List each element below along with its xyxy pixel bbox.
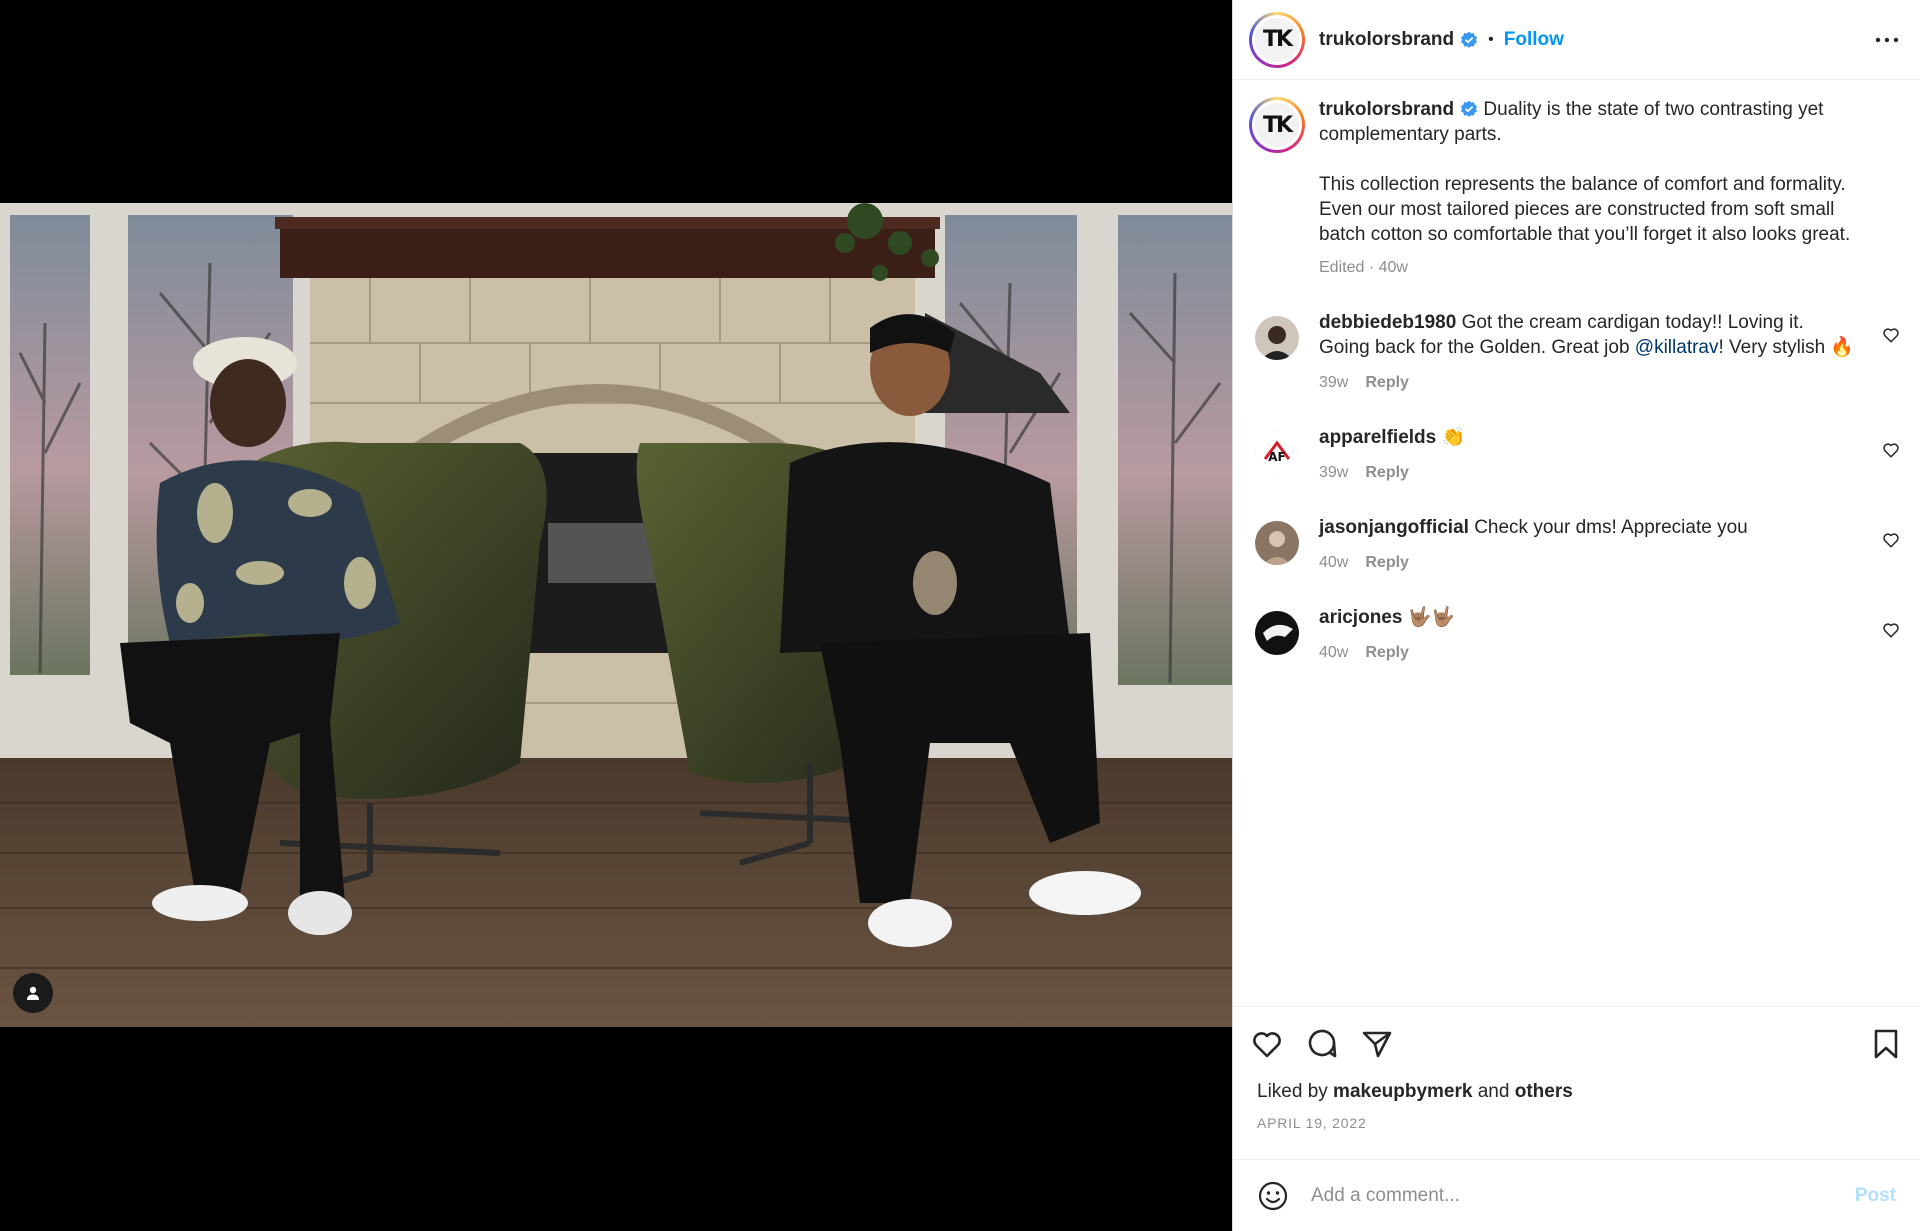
caption-author-avatar[interactable]: TK	[1249, 97, 1305, 153]
post-photo[interactable]	[0, 203, 1232, 1027]
emoji-button[interactable]	[1257, 1180, 1289, 1212]
comment-text: 👏	[1441, 427, 1466, 448]
comment-time: 40w	[1319, 644, 1349, 661]
comment-time: 39w	[1319, 374, 1349, 391]
commenter-avatar[interactable]	[1255, 521, 1299, 565]
reply-button[interactable]: Reply	[1365, 640, 1409, 665]
likes-prefix: Liked by	[1257, 1081, 1334, 1102]
author-username[interactable]: trukolorsbrand	[1319, 29, 1454, 51]
post-comment-button[interactable]: Post	[1855, 1185, 1896, 1207]
post-caption: TK trukolorsbrand Duality is the state o…	[1249, 97, 1902, 280]
comment-item: jasonjangofficial Check your dms! Apprec…	[1249, 515, 1902, 575]
comment-like-button[interactable]	[1882, 441, 1900, 459]
reply-button[interactable]: Reply	[1365, 370, 1409, 395]
comment-like-button[interactable]	[1882, 621, 1900, 639]
commenter-avatar[interactable]: AF	[1255, 431, 1299, 475]
send-icon	[1362, 1031, 1392, 1058]
comment-body: apparelfields 👏 39w Reply	[1319, 425, 1859, 485]
action-bar	[1233, 1007, 1920, 1081]
bookmark-icon	[1874, 1029, 1898, 1059]
author-avatar[interactable]: TK	[1249, 11, 1305, 68]
caption-meta: Edited · 40w	[1319, 259, 1408, 276]
verified-badge-icon	[1460, 31, 1478, 49]
caption-body: trukolorsbrand Duality is the state of t…	[1319, 97, 1879, 280]
comment-item: aricjones 🤟🏽🤟🏽 40w Reply	[1249, 605, 1902, 665]
heart-icon	[1883, 623, 1899, 638]
post-details-panel: TK trukolorsbrand • Follow TK trukolorsb…	[1232, 0, 1920, 1231]
comment-username[interactable]: jasonjangofficial	[1319, 517, 1469, 538]
comment-username[interactable]: apparelfields	[1319, 427, 1436, 448]
post-actions-area: Liked by makeupbymerk and others APRIL 1…	[1233, 1006, 1920, 1131]
comment-time: 40w	[1319, 554, 1349, 571]
comments-list[interactable]: TK trukolorsbrand Duality is the state o…	[1233, 81, 1920, 1006]
comment-text: Check your dms! Appreciate you	[1474, 517, 1748, 538]
more-options-button[interactable]	[1872, 25, 1902, 55]
comment-item: AF apparelfields 👏 39w Reply	[1249, 425, 1902, 485]
user-icon	[27, 986, 39, 1000]
tagged-users-button[interactable]	[13, 973, 53, 1013]
comment-body: jasonjangofficial Check your dms! Apprec…	[1319, 515, 1859, 575]
commenter-avatar[interactable]	[1255, 611, 1299, 655]
heart-icon	[1253, 1032, 1281, 1058]
likes-others-link[interactable]: others	[1515, 1081, 1573, 1102]
comment-bubble-icon	[1308, 1029, 1337, 1058]
commenter-avatar[interactable]	[1255, 316, 1299, 360]
comment-like-button[interactable]	[1882, 531, 1900, 549]
media-pane	[0, 0, 1232, 1231]
heart-icon	[1883, 443, 1899, 458]
comment-like-button[interactable]	[1882, 326, 1900, 344]
like-button[interactable]	[1249, 1026, 1285, 1062]
more-options-icon	[1875, 37, 1899, 42]
likes-summary: Liked by makeupbymerk and others	[1233, 1081, 1920, 1103]
heart-icon	[1883, 533, 1899, 548]
comment-item: debbiedeb1980 Got the cream cardigan tod…	[1249, 310, 1902, 395]
verified-badge-icon	[1460, 100, 1478, 118]
follow-button[interactable]: Follow	[1504, 29, 1564, 51]
comment-button[interactable]	[1304, 1026, 1340, 1062]
comment-username[interactable]: aricjones	[1319, 607, 1402, 628]
comment-username[interactable]: debbiedeb1980	[1319, 312, 1456, 333]
reply-button[interactable]: Reply	[1365, 550, 1409, 575]
add-comment-bar: Post	[1233, 1159, 1920, 1231]
comment-text: 🤟🏽🤟🏽	[1407, 607, 1456, 628]
heart-icon	[1883, 328, 1899, 343]
post-photo-illustration	[0, 203, 1232, 1027]
instagram-post-view: TK trukolorsbrand • Follow TK trukolorsb…	[0, 0, 1920, 1231]
share-button[interactable]	[1359, 1026, 1395, 1062]
comment-text-tail: ! Very stylish 🔥	[1718, 337, 1855, 358]
header-separator: •	[1488, 30, 1494, 48]
post-header: TK trukolorsbrand • Follow	[1233, 0, 1920, 80]
comment-mention-link[interactable]: @killatrav	[1635, 337, 1719, 358]
save-button[interactable]	[1868, 1026, 1904, 1062]
likes-joiner: and	[1472, 1081, 1515, 1102]
caption-avatar-logo: TK	[1255, 103, 1299, 147]
comment-time: 39w	[1319, 464, 1349, 481]
comment-body: aricjones 🤟🏽🤟🏽 40w Reply	[1319, 605, 1859, 665]
comment-body: debbiedeb1980 Got the cream cardigan tod…	[1319, 310, 1859, 395]
caption-text-line2: This collection represents the balance o…	[1319, 174, 1851, 245]
author-avatar-logo: TK	[1255, 17, 1299, 62]
emoji-icon	[1258, 1181, 1288, 1210]
apparelfields-avatar-logo: AF	[1268, 450, 1285, 464]
comment-input[interactable]	[1311, 1184, 1855, 1207]
caption-username[interactable]: trukolorsbrand	[1319, 99, 1454, 120]
reply-button[interactable]: Reply	[1365, 460, 1409, 485]
liked-by-user-link[interactable]: makeupbymerk	[1333, 1081, 1472, 1102]
post-date: APRIL 19, 2022	[1257, 1115, 1367, 1131]
